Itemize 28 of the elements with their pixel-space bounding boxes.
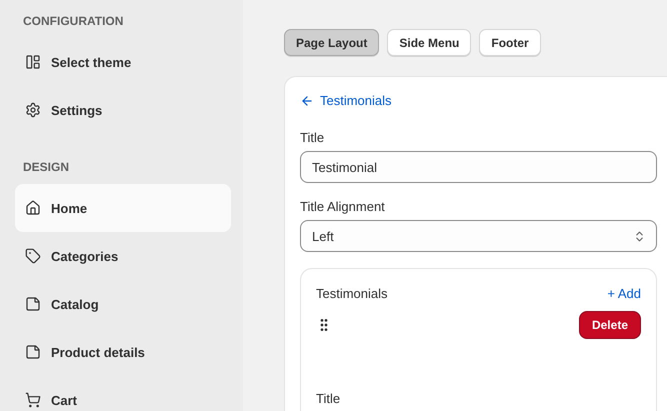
sidebar-item[interactable]: Settings	[15, 86, 231, 134]
home-icon	[25, 200, 41, 216]
note-icon	[25, 344, 41, 360]
note-icon	[25, 296, 41, 312]
back-link[interactable]: Testimonials	[300, 93, 657, 108]
sidebar-item[interactable]: Catalog	[15, 280, 231, 328]
field-label: Title Alignment	[300, 199, 386, 214]
settings-icon	[25, 102, 41, 118]
field-label: Title	[316, 391, 342, 408]
sidebar-item[interactable]: Select theme	[15, 38, 231, 86]
sidebar-item[interactable]: Cart	[15, 376, 231, 411]
tag-icon	[25, 248, 41, 264]
select-field[interactable]: Left	[300, 220, 657, 252]
tab[interactable]: Footer	[479, 29, 541, 56]
layout-icon	[25, 54, 41, 70]
input-field[interactable]: Testimonial	[300, 151, 657, 183]
section-heading: DESIGN	[22, 159, 70, 176]
add-link[interactable]: + Add	[607, 286, 641, 301]
sidebar-item[interactable]: Home	[15, 184, 231, 232]
sidebar-item[interactable]: Categories	[15, 232, 231, 280]
tab[interactable]: Side Menu	[387, 29, 472, 56]
delete-button[interactable]: Delete	[578, 311, 641, 339]
panel-title: Testimonials	[316, 286, 388, 301]
cart-icon	[25, 392, 41, 408]
tab[interactable]: Page Layout	[284, 29, 380, 56]
sidebar-item[interactable]: Product details	[15, 328, 231, 376]
field-label: Title	[300, 130, 326, 145]
section-heading: CONFIGURATION	[22, 13, 124, 30]
